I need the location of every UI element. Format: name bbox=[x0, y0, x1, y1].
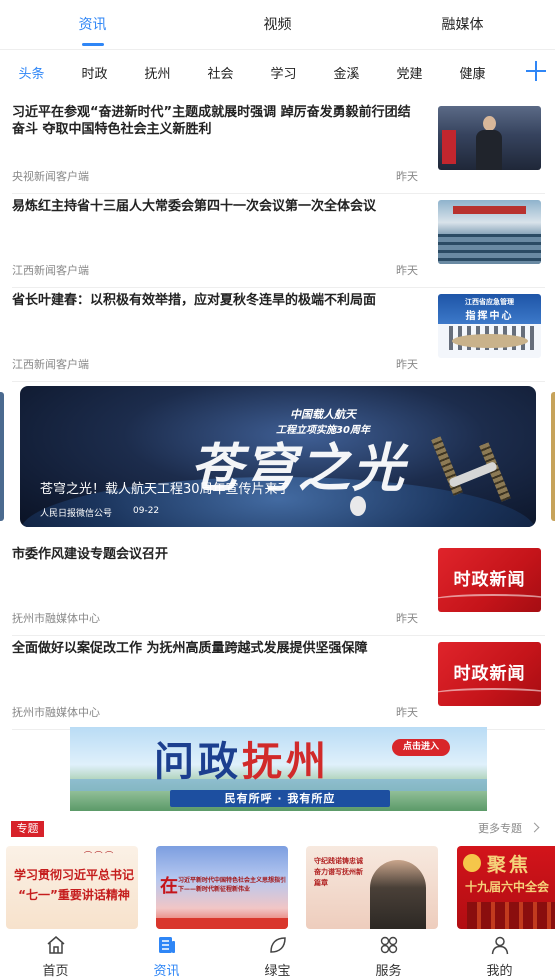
category-politics[interactable]: 时政 bbox=[63, 63, 126, 82]
news-title: 全面做好以案促改工作 为抚州高质量跨越式发展提供坚强保障 bbox=[12, 641, 368, 656]
tab-media[interactable]: 融媒体 bbox=[370, 0, 555, 49]
nav-label: 我的 bbox=[486, 964, 513, 979]
topic-card-subtitle: “七一”重要讲话精神 bbox=[18, 888, 130, 902]
news-item[interactable]: 习近平在参观“奋进新时代”主题成就展时强调 踔厉奋发勇毅前行团结奋斗 夺取中国特… bbox=[12, 100, 545, 194]
category-fuzhou[interactable]: 抚州 bbox=[126, 63, 189, 82]
nav-label: 资讯 bbox=[153, 964, 180, 979]
chevron-right-icon[interactable] bbox=[529, 822, 540, 833]
carousel-source: 人民日报微信公号 bbox=[40, 509, 113, 519]
nav-home[interactable]: 首页 bbox=[0, 929, 111, 980]
banner-slogan: 民有所呼 · 我有所应 bbox=[170, 790, 390, 807]
news-thumbnail: 江西省应急管理 指挥中心 bbox=[438, 294, 541, 358]
category-headlines[interactable]: 头条 bbox=[0, 63, 63, 82]
news-item[interactable]: 省长叶建春：以积极有效举措，应对夏秋冬连旱的极端不利局面 江西新闻客户端 昨天 … bbox=[12, 288, 545, 382]
space-station-image bbox=[431, 436, 512, 516]
news-thumbnail: 时政新闻 bbox=[438, 642, 541, 706]
party-emblem-icon bbox=[463, 854, 481, 872]
carousel-date: 09-22 bbox=[133, 506, 160, 516]
topic-card[interactable]: 聚焦 十九届六中全会 bbox=[457, 846, 555, 929]
category-jinxi[interactable]: 金溪 bbox=[315, 63, 378, 82]
add-category-icon[interactable] bbox=[523, 58, 549, 84]
topics-tag: 专题 bbox=[11, 821, 44, 837]
news-source: 江西新闻客户端 bbox=[12, 264, 89, 277]
nav-mine[interactable]: 我的 bbox=[444, 929, 555, 980]
topic-card-title: 学习贯彻习近平总书记 bbox=[13, 868, 134, 882]
topic-card[interactable]: 守纪践诺铸忠诚 奋力谱写抚州新篇章 bbox=[306, 846, 438, 929]
news-time: 昨天 bbox=[396, 264, 418, 277]
nav-lvbao[interactable]: 绿宝 bbox=[222, 929, 333, 980]
carousel-next-peek[interactable] bbox=[551, 392, 555, 521]
news-thumbnail: 时政新闻 bbox=[438, 548, 541, 612]
news-title: 省长叶建春：以积极有效举措，应对夏秋冬连旱的极端不利局面 bbox=[12, 293, 377, 308]
thumb-text: 时政新闻 bbox=[453, 664, 526, 684]
home-icon bbox=[47, 936, 64, 954]
topic-card-title: 守纪践诺铸忠诚 奋力谱写抚州新篇章 bbox=[314, 857, 363, 887]
category-health[interactable]: 健康 bbox=[441, 63, 504, 82]
news-title: 习近平在参观“奋进新时代”主题成就展时强调 踔厉奋发勇毅前行团结奋斗 夺取中国特… bbox=[12, 105, 411, 137]
enter-button[interactable]: 点击进入 bbox=[392, 739, 450, 756]
nav-news[interactable]: 资讯 bbox=[111, 929, 222, 980]
leaf-icon bbox=[269, 937, 286, 953]
topic-card-title: 聚焦 bbox=[487, 854, 532, 876]
topic-card-title: 习近平新时代中国特色社会主义思想指引下——新时代新征程新伟业 bbox=[178, 877, 287, 893]
category-society[interactable]: 社会 bbox=[189, 63, 252, 82]
topic-card[interactable]: ⌒ ⌒ ⌒ 学习贯彻习近平总书记 “七一”重要讲话精神 bbox=[6, 846, 138, 929]
news-title: 易炼红主持省十三届人大常委会第四十一次会议第一次全体会议 bbox=[12, 199, 377, 214]
portrait-image bbox=[370, 860, 426, 929]
more-topics-link[interactable]: 更多专题 bbox=[478, 820, 522, 836]
category-party[interactable]: 党建 bbox=[378, 63, 441, 82]
news-item[interactable]: 全面做好以案促改工作 为抚州高质量跨越式发展提供坚强保障 抚州市融媒体中心 昨天… bbox=[12, 636, 545, 730]
topic-card-glyph: 在 bbox=[160, 876, 178, 897]
news-icon bbox=[158, 937, 175, 953]
category-bar: 头条 时政 抚州 社会 学习 金溪 党建 健康 bbox=[0, 50, 555, 94]
grid-icon bbox=[380, 936, 397, 954]
news-thumbnail bbox=[438, 200, 541, 264]
news-source: 央视新闻客户端 bbox=[12, 170, 89, 183]
astronaut-image bbox=[350, 496, 366, 516]
nav-services[interactable]: 服务 bbox=[333, 929, 444, 980]
news-thumbnail bbox=[438, 106, 541, 170]
user-icon bbox=[491, 936, 508, 955]
news-time: 昨天 bbox=[396, 612, 418, 625]
news-source: 抚州市融媒体中心 bbox=[12, 706, 100, 719]
topic-card-subtitle: 十九届六中全会 bbox=[465, 880, 550, 894]
news-item[interactable]: 易炼红主持省十三届人大常委会第四十一次会议第一次全体会议 江西新闻客户端 昨天 bbox=[12, 194, 545, 288]
carousel-caption: 苍穹之光！载人航天工程30周年宣传片来了 bbox=[40, 482, 291, 497]
thumb-text: 时政新闻 bbox=[453, 570, 526, 590]
news-time: 昨天 bbox=[396, 358, 418, 371]
tab-news[interactable]: 资讯 bbox=[0, 0, 185, 49]
carousel-brand: 中国载人航天 bbox=[290, 408, 356, 421]
news-time: 昨天 bbox=[396, 170, 418, 183]
banner-title: 问政抚州 bbox=[154, 738, 330, 785]
bottom-nav: 首页 资讯 绿宝 服务 我的 bbox=[0, 929, 555, 980]
featured-carousel[interactable]: 中国载人航天 工程立项实施30周年 苍穹之光 苍穹之光！载人航天工程30周年宣传… bbox=[20, 386, 536, 527]
thumb-text: 江西省应急管理 bbox=[465, 298, 514, 306]
topic-card[interactable]: 在 习近平新时代中国特色社会主义思想指引下——新时代新征程新伟业 bbox=[156, 846, 288, 929]
news-item[interactable]: 市委作风建设专题会议召开 抚州市融媒体中心 昨天 时政新闻 bbox=[12, 542, 545, 636]
carousel-prev-peek[interactable] bbox=[0, 392, 4, 521]
nav-label: 绿宝 bbox=[264, 964, 291, 979]
category-study[interactable]: 学习 bbox=[252, 63, 315, 82]
nav-label: 首页 bbox=[42, 964, 69, 979]
top-tab-bar: 资讯 视频 融媒体 bbox=[0, 0, 555, 50]
news-title: 市委作风建设专题会议召开 bbox=[12, 547, 169, 562]
nav-label: 服务 bbox=[375, 964, 402, 979]
news-time: 昨天 bbox=[396, 706, 418, 719]
thumb-text: 指挥中心 bbox=[465, 311, 514, 322]
news-source: 抚州市融媒体中心 bbox=[12, 612, 100, 625]
wenzheng-banner[interactable]: 问政抚州 点击进入 民有所呼 · 我有所应 bbox=[70, 727, 487, 811]
tab-video[interactable]: 视频 bbox=[185, 0, 370, 49]
news-source: 江西新闻客户端 bbox=[12, 358, 89, 371]
